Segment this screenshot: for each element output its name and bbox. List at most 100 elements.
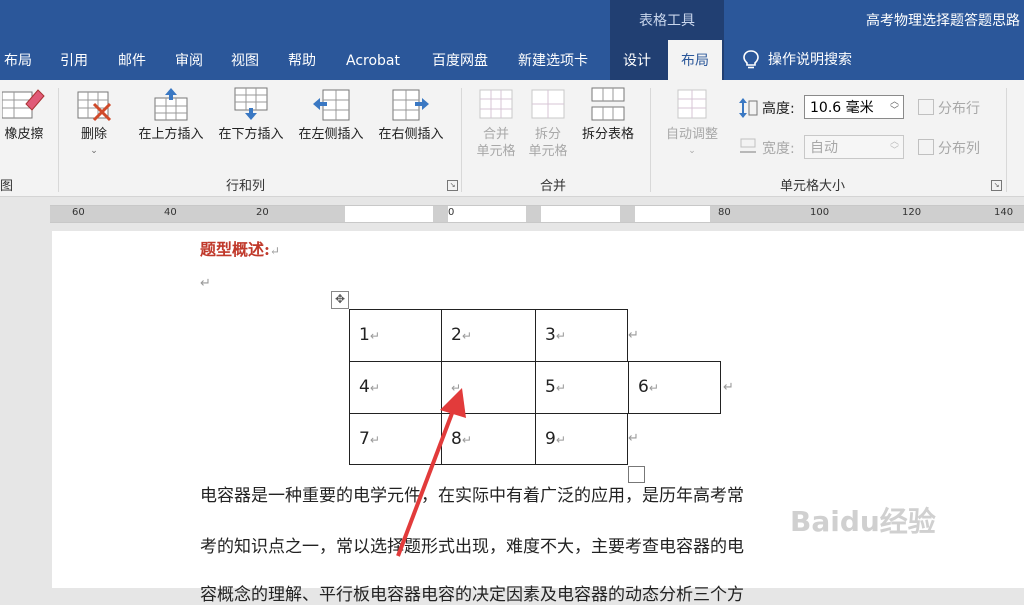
insert-right-label: 在右侧插入 <box>378 127 444 142</box>
ruler-margin-right <box>710 206 1024 222</box>
insert-left-label: 在左侧插入 <box>298 127 364 142</box>
split-cells-icon <box>531 89 565 119</box>
insert-above-button[interactable]: 在上方插入 <box>132 86 210 143</box>
paragraph-line[interactable]: 容概念的理解、平行板电容器电容的决定因素及电容器的动态分析三个方 <box>200 580 744 605</box>
ribbon-separator <box>650 88 651 192</box>
cell-text: 6↵ <box>638 377 659 397</box>
paragraph-mark: ↵ <box>269 244 280 258</box>
column-width-icon <box>740 138 756 153</box>
insert-right-button[interactable]: 在右侧插入 <box>372 86 450 143</box>
lightbulb-icon <box>743 50 759 69</box>
tab-view[interactable]: 视图 <box>231 40 259 80</box>
ruler-column-marker[interactable] <box>526 206 541 222</box>
annotation-arrow-icon <box>396 388 466 557</box>
insert-below-button[interactable]: 在下方插入 <box>212 86 290 143</box>
autofit-button[interactable]: 自动调整 ⌄ <box>660 86 724 160</box>
tab-layout-page[interactable]: 布局 <box>4 40 32 80</box>
eraser-button[interactable]: 橡皮擦 <box>0 86 48 143</box>
autofit-label: 自动调整 <box>665 127 718 142</box>
document-title: 高考物理选择题答题思路 <box>866 13 1020 29</box>
distribute-cols-button[interactable]: 分布列 <box>918 138 980 158</box>
split-table-button[interactable]: 拆分表格 <box>576 86 640 143</box>
baidu-watermark: Baidu经验 <box>790 505 936 538</box>
horizontal-ruler[interactable]: 60 40 20 0 80 100 120 140 <box>50 205 1024 223</box>
table-cell[interactable]: 3↵ <box>535 309 628 362</box>
insert-above-label: 在上方插入 <box>138 127 204 142</box>
insert-left-icon <box>313 89 350 121</box>
width-label: 宽度: <box>762 141 795 157</box>
distribute-cols-icon <box>918 139 934 155</box>
distribute-rows-icon <box>918 99 934 115</box>
ribbon-separator <box>1006 88 1007 192</box>
table-cell[interactable]: 1↵ <box>349 309 442 362</box>
ruler-label: 140 <box>994 207 1014 218</box>
table-cell[interactable]: 5↵ <box>535 361 629 414</box>
split-table-label: 拆分表格 <box>581 127 634 142</box>
height-field[interactable]: 10.6 毫米 ︿ ﹀ <box>804 95 904 119</box>
merge-cells-button[interactable]: 合并 单元格 <box>472 86 520 160</box>
tab-design[interactable]: 设计 <box>623 40 651 80</box>
cell-text: 1↵ <box>359 325 380 345</box>
split-line1: 拆分 <box>534 127 561 142</box>
chevron-down-icon: ⌄ <box>90 146 98 156</box>
tab-new-tab[interactable]: 新建选项卡 <box>518 40 588 80</box>
chevron-down-icon: ⌄ <box>688 146 696 156</box>
end-of-row-mark: ↵ <box>628 431 639 446</box>
insert-below-label: 在下方插入 <box>218 127 284 142</box>
cell-text: 9↵ <box>545 429 566 449</box>
cell-text: 7↵ <box>359 429 380 449</box>
ribbon-separator <box>461 88 462 192</box>
table-tools-label: 表格工具 <box>639 13 695 29</box>
ruler-column-marker[interactable] <box>620 206 635 222</box>
group-label-cell-size: 单元格大小 <box>780 179 846 194</box>
eraser-label: 橡皮擦 <box>4 127 44 142</box>
ruler-margin-left <box>50 206 345 222</box>
cell-text: 3↵ <box>545 325 566 345</box>
group-label-draw: 图 <box>0 179 14 194</box>
end-of-row-mark: ↵ <box>628 328 639 343</box>
ruler-label: 20 <box>256 207 269 218</box>
tab-acrobat[interactable]: Acrobat <box>346 40 400 80</box>
table-cell[interactable]: 9↵ <box>535 413 628 465</box>
cell-size-dialog-launcher[interactable]: ↘ <box>991 180 1002 191</box>
empty-paragraph-mark[interactable]: ↵ <box>200 276 211 291</box>
group-label-rows-cols: 行和列 <box>226 179 266 194</box>
split-table-icon <box>591 87 625 121</box>
insert-below-icon <box>234 87 268 120</box>
distribute-rows-label: 分布行 <box>938 101 980 117</box>
autofit-icon <box>677 89 707 119</box>
spinner-arrows-icon[interactable]: ︿ ﹀ <box>890 138 899 156</box>
merge-cells-icon <box>479 89 513 119</box>
split-cells-button[interactable]: 拆分 单元格 <box>524 86 572 160</box>
ruler-label: 40 <box>164 207 177 218</box>
delete-table-icon <box>77 91 112 122</box>
width-field[interactable]: 自动 ︿ ﹀ <box>804 135 904 159</box>
table-cell[interactable]: 2↵ <box>441 309 536 362</box>
ruler-label: 0 <box>448 207 455 218</box>
tab-table-layout[interactable]: 布局 <box>668 40 722 80</box>
rows-cols-dialog-launcher[interactable]: ↘ <box>447 180 458 191</box>
delete-label: 删除 <box>80 127 107 142</box>
table-move-handle-icon[interactable]: ✥ <box>331 291 349 309</box>
delete-button[interactable]: 删除 ⌄ <box>72 86 116 160</box>
ribbon-separator <box>58 88 59 192</box>
ruler-label: 120 <box>902 207 922 218</box>
ruler-label: 80 <box>718 207 731 218</box>
tab-references[interactable]: 引用 <box>60 40 88 80</box>
tab-review[interactable]: 审阅 <box>175 40 203 80</box>
tab-mailings[interactable]: 邮件 <box>118 40 146 80</box>
spinner-arrows-icon[interactable]: ︿ ﹀ <box>890 98 899 116</box>
row-height-icon <box>739 98 758 118</box>
distribute-rows-button[interactable]: 分布行 <box>918 98 980 118</box>
table-cell[interactable]: 6↵ <box>628 361 721 414</box>
tab-help[interactable]: 帮助 <box>288 40 316 80</box>
split-line2: 单元格 <box>528 144 568 159</box>
section-heading[interactable]: 题型概述:↵ <box>200 236 280 260</box>
ruler-column-marker[interactable] <box>433 206 448 222</box>
distribute-cols-label: 分布列 <box>938 141 980 157</box>
tab-baidu-netdisk[interactable]: 百度网盘 <box>432 40 488 80</box>
insert-right-icon <box>392 89 429 121</box>
tell-me-search[interactable]: 操作说明搜索 <box>742 40 852 80</box>
height-label: 高度: <box>762 101 795 117</box>
insert-left-button[interactable]: 在左侧插入 <box>292 86 370 143</box>
